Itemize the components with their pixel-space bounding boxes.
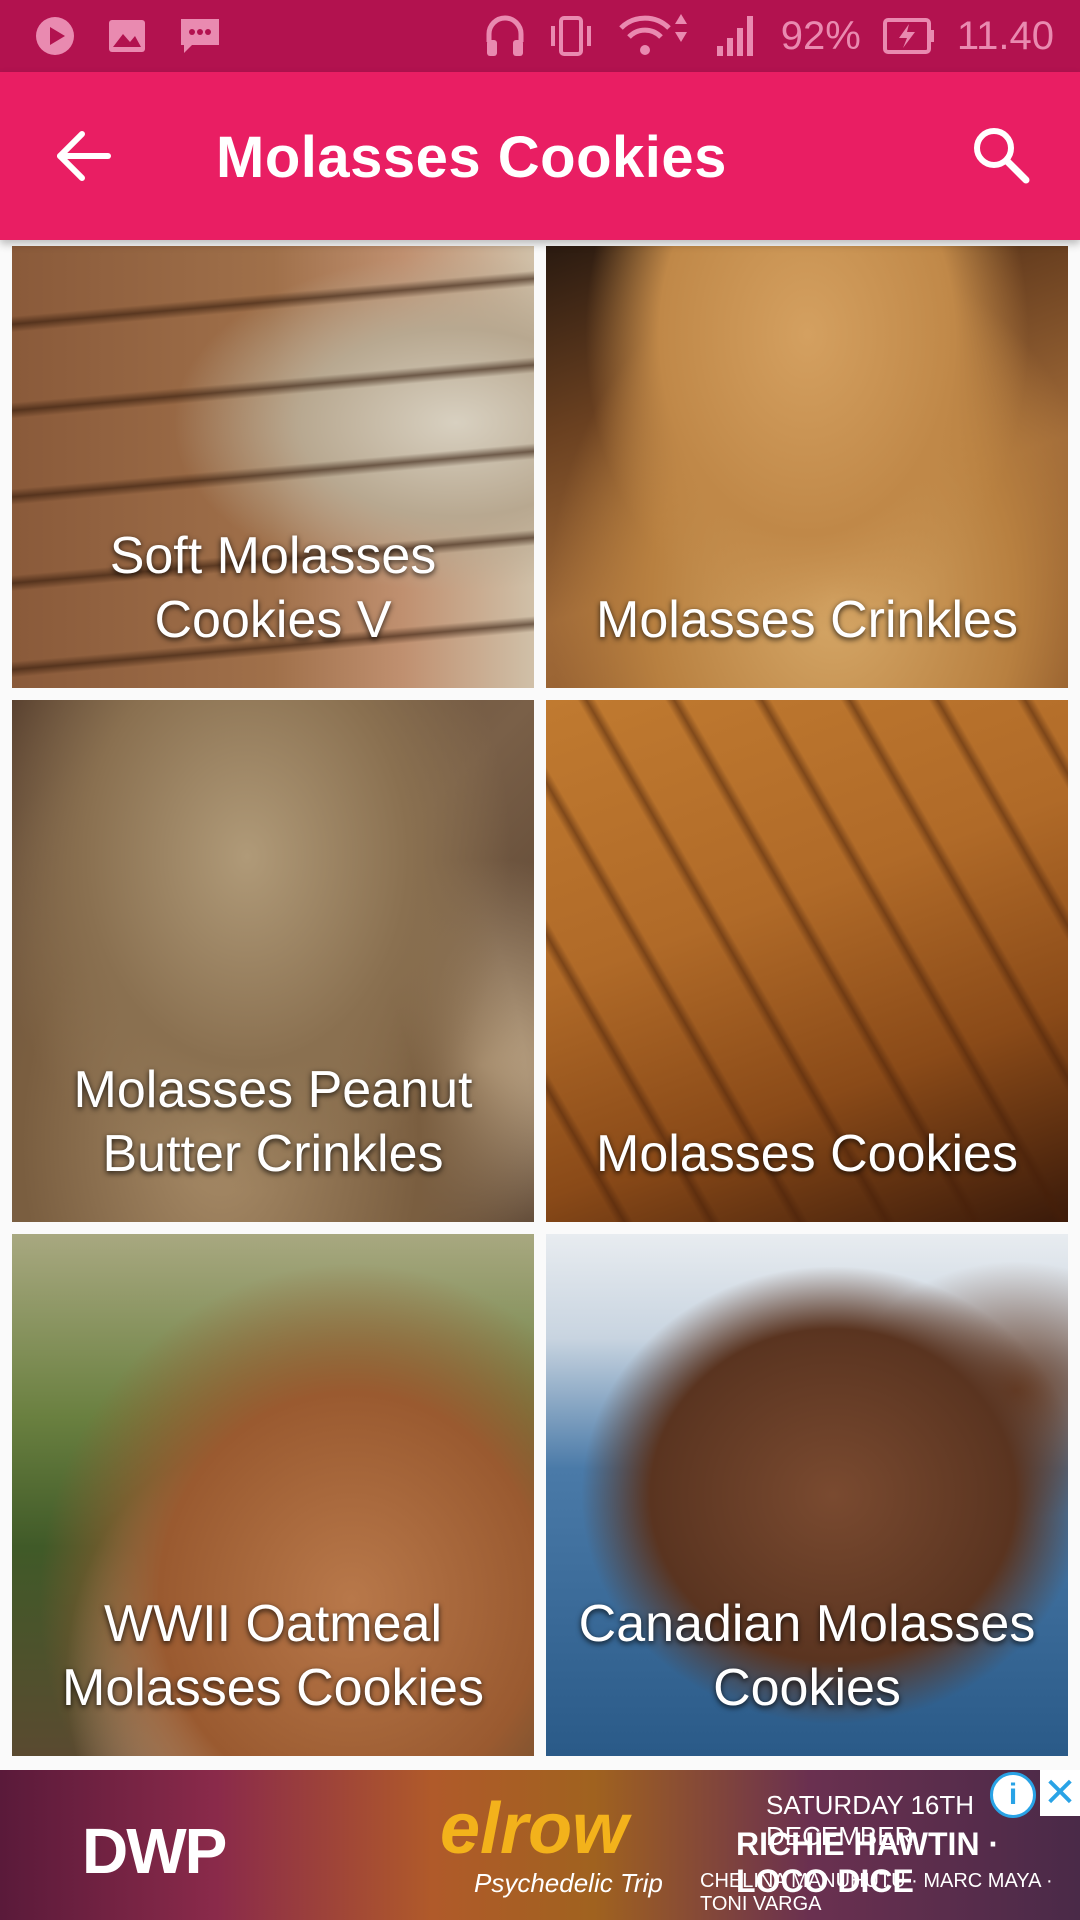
clock: 11.40 bbox=[956, 13, 1054, 58]
search-icon bbox=[974, 128, 1030, 184]
back-button[interactable] bbox=[52, 122, 120, 190]
recipe-title: WWII Oatmeal Molasses Cookies bbox=[62, 1595, 484, 1717]
headphones-icon bbox=[486, 15, 524, 56]
search-button[interactable] bbox=[966, 120, 1036, 190]
recipe-title: Molasses Peanut Butter Crinkles bbox=[73, 1061, 473, 1183]
status-bar: 92% 11.40 bbox=[0, 0, 1080, 72]
arrow-back-icon bbox=[57, 131, 111, 181]
battery-percent: 92% bbox=[780, 13, 861, 58]
recipe-title: Canadian Molasses Cookies bbox=[578, 1595, 1036, 1717]
ad-lineup: CHELINA MANUHUTU · MARC MAYA · TONI VARG… bbox=[700, 1870, 1053, 1915]
ad-info-icon[interactable]: i bbox=[990, 1772, 1036, 1818]
recipe-title: Soft Molasses Cookies V bbox=[109, 527, 437, 649]
ad-brand-sub: Psychedelic Trip bbox=[474, 1868, 663, 1898]
recipe-grid: Soft Molasses Cookies V Molasses Crinkle… bbox=[12, 246, 1068, 1758]
wifi-icon bbox=[619, 14, 687, 55]
battery-charging-icon bbox=[882, 18, 934, 54]
recipe-card-wwii-oatmeal-molasses-cookies[interactable]: WWII Oatmeal Molasses Cookies bbox=[12, 1234, 534, 1756]
app-bar: Molasses Cookies bbox=[0, 72, 1080, 240]
recipe-card-canadian-molasses-cookies[interactable]: Canadian Molasses Cookies bbox=[546, 1234, 1068, 1756]
signal-icon bbox=[716, 16, 753, 56]
recipe-title: Molasses Crinkles bbox=[596, 591, 1018, 649]
notification-icons bbox=[34, 14, 222, 58]
system-icons: 92% 11.40 bbox=[485, 10, 1054, 62]
ad-close-icon[interactable]: ✕ bbox=[1040, 1770, 1080, 1816]
recipe-card-soft-molasses-cookies-v[interactable]: Soft Molasses Cookies V bbox=[12, 246, 534, 688]
recipe-card-molasses-cookies[interactable]: Molasses Cookies bbox=[546, 700, 1068, 1222]
ad-brand-main: elrow bbox=[440, 1789, 629, 1869]
message-icon bbox=[181, 19, 219, 53]
ad-banner[interactable]: DWP elrow Psychedelic Trip SATURDAY 16TH… bbox=[0, 1770, 1080, 1920]
image-icon bbox=[109, 20, 145, 52]
ad-brand-left: DWP bbox=[82, 1815, 227, 1887]
play-icon bbox=[36, 17, 74, 55]
page-title: Molasses Cookies bbox=[216, 125, 727, 190]
vibrate-icon bbox=[550, 16, 591, 56]
recipe-title: Molasses Cookies bbox=[596, 1125, 1018, 1183]
recipe-card-molasses-crinkles[interactable]: Molasses Crinkles bbox=[546, 246, 1068, 688]
recipe-card-molasses-peanut-butter-crinkles[interactable]: Molasses Peanut Butter Crinkles bbox=[12, 700, 534, 1222]
